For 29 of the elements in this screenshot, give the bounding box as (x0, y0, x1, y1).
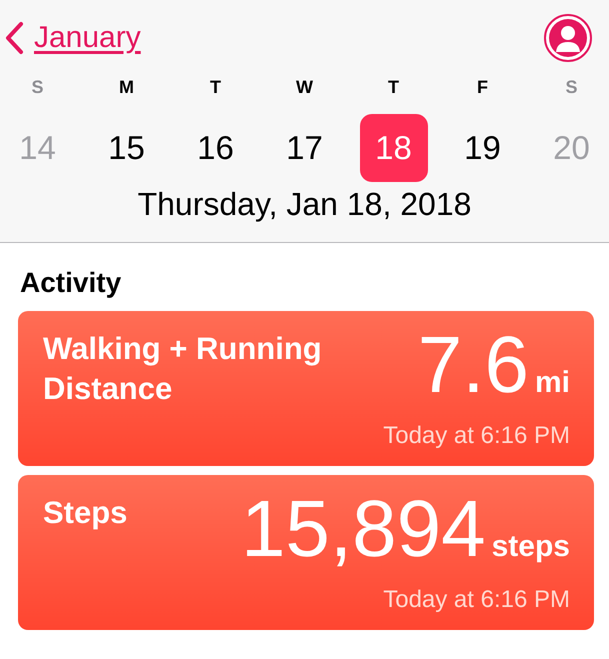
card-time: Today at 6:16 PM (383, 586, 570, 614)
section-title: Activity (19, 266, 122, 300)
chevron-left-icon (4, 21, 24, 55)
card-title: Steps (43, 494, 128, 532)
activity-card[interactable]: Steps 15,894 steps Today at 6:16 PM (18, 475, 594, 630)
day-button[interactable]: 14 (4, 114, 72, 182)
weekday-label: S (31, 76, 44, 99)
day-button[interactable]: 16 (182, 114, 250, 182)
profile-icon[interactable] (543, 13, 593, 63)
day-button[interactable]: 18 (360, 114, 428, 182)
day-button[interactable]: 20 (538, 114, 606, 182)
weekday-label: W (296, 76, 313, 99)
card-unit: mi (534, 366, 570, 400)
card-title: Walking + Running Distance (43, 330, 323, 408)
weekday-label: T (210, 76, 221, 99)
weekday-label: T (388, 76, 399, 99)
back-link[interactable]: January (4, 21, 141, 55)
weekday-label: F (477, 76, 488, 99)
weekday-label: S (565, 76, 578, 99)
date-heading: Thursday, Jan 18, 2018 (136, 186, 472, 223)
card-value: 7.6 (418, 323, 529, 407)
card-unit: steps (492, 530, 570, 564)
day-button[interactable]: 19 (448, 114, 516, 182)
activity-card[interactable]: Walking + Running Distance 7.6 mi Today at 6:16 PM (18, 311, 594, 466)
card-time: Today at 6:16 PM (383, 422, 570, 450)
weekday-label: M (119, 76, 134, 99)
day-button[interactable]: 17 (270, 114, 338, 182)
card-value: 15,894 (240, 487, 486, 571)
day-button[interactable]: 15 (92, 114, 160, 182)
